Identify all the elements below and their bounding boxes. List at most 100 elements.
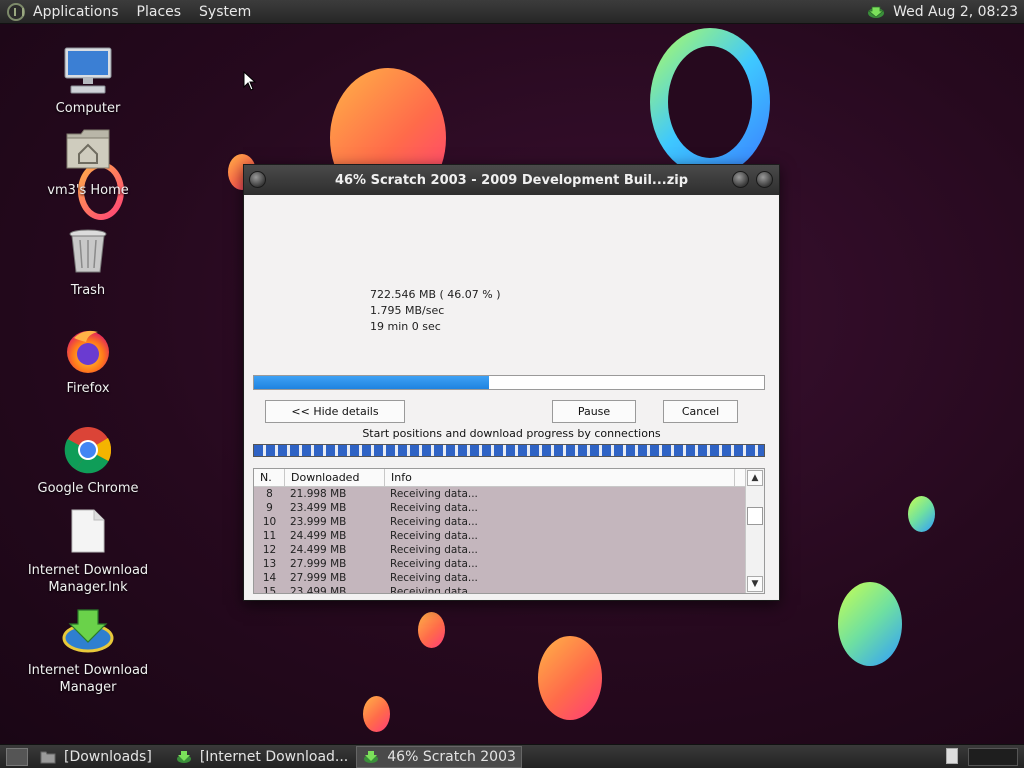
table-body: 8 21.998 MB Receiving data... 9 23.499 MB Re… [254,487,745,593]
connections-table: N. Downloaded Info 8 21.998 MB Receiving d… [253,468,765,594]
task-label: 46% Scratch 2003 - ... [387,748,521,765]
window-menu-button[interactable] [249,171,266,188]
cell-downloaded: 21.998 MB [290,488,347,500]
desktop-icon-home[interactable]: vm3's Home [23,128,153,199]
cell-info: Receiving data... [390,488,478,500]
dialog-title: 46% Scratch 2003 - 2009 Development Buil… [334,172,689,188]
table-row[interactable]: 12 24.499 MB Receiving data... [254,543,745,557]
cell-downloaded: 24.499 MB [290,544,347,556]
download-stats: 722.546 MB ( 46.07 % ) 1.795 MB/sec 19 m… [370,287,501,335]
clock[interactable]: Wed Aug 2, 08:23 [893,4,1018,20]
table-row[interactable]: 9 23.499 MB Receiving data... [254,501,745,515]
file-icon [70,508,106,558]
background-blob [363,696,390,732]
connections-caption: Start positions and download progress by… [362,427,661,440]
cell-info: Receiving data... [390,516,478,528]
cell-n: 9 [266,502,273,514]
home-folder-icon [65,128,111,178]
cell-info: Receiving data... [390,558,478,570]
cancel-button[interactable]: Cancel [663,400,738,423]
cell-info: Receiving data... [390,544,478,556]
show-desktop-icon[interactable] [6,747,28,766]
cell-n: 12 [262,544,277,556]
idm-icon [176,750,192,764]
desktop-icon-label: Firefox [66,381,110,396]
transfer-rate: 1.795 MB/sec [370,304,445,317]
column-header-n[interactable]: N. [254,469,285,486]
cell-n: 14 [262,572,277,584]
desktop-icon-label: Trash [70,283,106,298]
desktop-icon-firefox[interactable]: Firefox [23,326,153,397]
taskbar-item-idm[interactable]: [Internet Download... [170,746,354,768]
desktop-icon-trash[interactable]: Trash [23,228,153,299]
cell-n: 8 [266,488,273,500]
trash-icon [68,228,108,278]
table-row[interactable]: 14 27.999 MB Receiving data... [254,571,745,585]
folder-icon [40,750,56,764]
desktop-icon-computer[interactable]: Computer [23,46,153,117]
menu-places[interactable]: Places [137,4,182,20]
download-progress-dialog: 46% Scratch 2003 - 2009 Development Buil… [243,164,780,601]
desktop-icon-label: Internet Download Manager [27,663,149,695]
taskbar-item-downloads[interactable]: [Downloads] [34,746,158,768]
menu-applications[interactable]: Applications [33,4,119,20]
top-panel: Applications Places System Wed Aug 2, 08… [0,0,1024,24]
taskbar-item-download-progress[interactable]: 46% Scratch 2003 - ... [356,745,523,768]
table-row[interactable]: 10 23.999 MB Receiving data... [254,515,745,529]
dialog-titlebar[interactable]: 46% Scratch 2003 - 2009 Development Buil… [244,165,779,195]
background-blob [908,496,935,532]
background-blob [418,612,445,648]
os-logo-icon[interactable] [7,2,25,21]
cell-downloaded: 23.499 MB [290,502,347,514]
column-header-info[interactable]: Info [385,469,735,486]
scrollbar-thumb[interactable] [747,507,763,525]
table-row[interactable]: 13 27.999 MB Receiving data... [254,557,745,571]
close-button[interactable] [756,171,773,188]
time-left: 19 min 0 sec [370,320,441,333]
desktop-icon-chrome[interactable]: Google Chrome [23,426,153,497]
idm-icon [62,608,114,658]
idm-icon [363,750,379,764]
cell-n: 15 [262,586,277,594]
downloaded-amount: 722.546 MB ( 46.07 % ) [370,288,501,301]
cell-n: 10 [262,516,277,528]
pause-button[interactable]: Pause [552,400,636,423]
minimize-button[interactable] [732,171,749,188]
cell-info: Receiving data... [390,530,478,542]
menu-system[interactable]: System [199,4,251,20]
column-header-downloaded[interactable]: Downloaded [285,469,385,486]
dialog-content: 722.546 MB ( 46.07 % ) 1.795 MB/sec 19 m… [245,195,778,599]
workspace-2[interactable] [968,747,1018,766]
workspace-switcher[interactable] [946,747,1018,766]
background-ring [650,28,770,176]
taskbar: [Downloads] [Internet Download... 46% Sc… [0,744,1024,768]
desktop-icon-label: vm3's Home [47,183,129,198]
cell-info: Receiving data... [390,586,478,594]
cell-n: 11 [262,530,277,542]
mouse-cursor-icon [243,71,257,91]
background-blob [838,582,902,666]
scroll-up-arrow-icon[interactable]: ▲ [747,470,763,486]
hide-details-button[interactable]: << Hide details [265,400,405,423]
table-row[interactable]: 11 24.499 MB Receiving data... [254,529,745,543]
chrome-icon [64,426,112,476]
computer-icon [63,46,113,96]
cell-n: 13 [262,558,277,570]
scroll-down-arrow-icon[interactable]: ▼ [747,576,763,592]
firefox-icon [64,326,112,376]
table-scrollbar[interactable]: ▲ ▼ [745,469,764,593]
cell-downloaded: 23.999 MB [290,516,347,528]
task-label: [Internet Download... [199,748,349,765]
task-label: [Downloads] [64,748,152,765]
table-header: N. Downloaded Info [254,469,764,487]
desktop-icon-idm[interactable]: Internet Download Manager [23,608,153,696]
table-row[interactable]: 8 21.998 MB Receiving data... [254,487,745,501]
cell-info: Receiving data... [390,572,478,584]
connections-progress-bar [253,444,765,457]
idm-tray-icon[interactable] [867,5,885,19]
cell-downloaded: 27.999 MB [290,558,347,570]
workspace-1[interactable] [946,747,958,764]
desktop-icon-label: Internet Download Manager.lnk [27,563,149,595]
table-row[interactable]: 15 23.499 MB Receiving data... [254,585,745,594]
desktop-icon-idm-lnk[interactable]: Internet Download Manager.lnk [23,508,153,596]
